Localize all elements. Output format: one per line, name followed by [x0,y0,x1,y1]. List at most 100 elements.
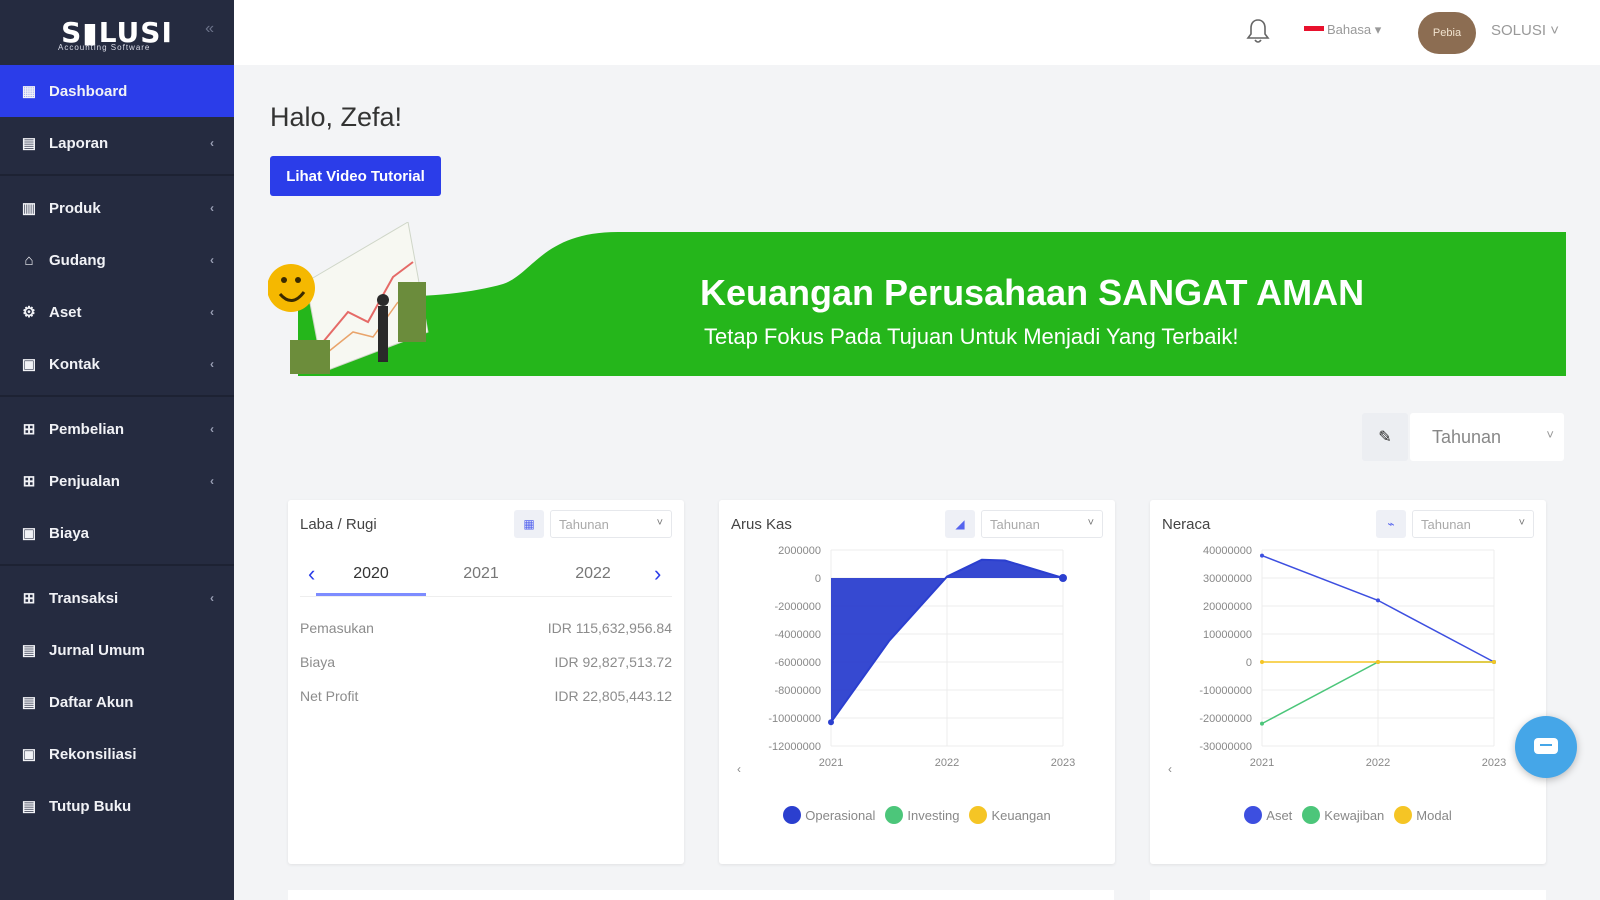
active-tab-indicator [316,593,426,596]
card-period-value: Tahunan [1421,517,1471,532]
language-selector[interactable]: Bahasa ▾ [1327,22,1381,38]
sidebar-item-dashboard[interactable]: ▦ Dashboard [0,65,234,117]
legend-label: Modal [1416,808,1452,823]
sidebar-divider [0,174,234,176]
chart-prev-icon[interactable]: ‹ [737,762,741,776]
tab-year-2020[interactable]: 2020 [326,565,416,583]
sidebar-item-biaya[interactable]: ▣ Biaya [0,507,234,559]
y-tick-label: -10000000 [768,713,821,725]
legend-item[interactable]: Operasional [783,806,875,824]
data-point [1260,660,1264,664]
table-view-icon[interactable]: ▦ [514,510,544,538]
sidebar-item-aset[interactable]: ⚙ Aset ‹ [0,286,234,338]
card-period-value: Tahunan [559,517,609,532]
data-point [1492,660,1496,664]
app-logo[interactable]: S▮LUSI Accounting Software « [0,0,234,65]
warehouse-icon: ⌂ [24,251,34,269]
chevron-down-icon: ˅ [1087,517,1094,529]
indonesia-flag-icon[interactable] [1304,26,1324,36]
data-point [1260,721,1264,726]
cash-flow-card: Arus Kas ◢ Tahunan ˅ 2000000 0 -2000000 -40… [719,500,1115,864]
legend-label: Operasional [805,808,876,823]
sidebar-item-label: Penjualan [49,472,120,490]
card-period-select[interactable]: Tahunan ˅ [981,510,1103,538]
user-menu[interactable]: SOLUSI ˅ [1491,22,1559,39]
user-name: SOLUSI [1491,22,1547,39]
chat-icon[interactable] [1515,716,1577,778]
y-tick-label: -8000000 [775,685,822,697]
next-card-edge [288,890,1114,900]
legend-swatch [1244,806,1263,824]
next-year-icon[interactable]: › [654,561,661,587]
x-tick-label: 2023 [1482,757,1506,769]
dashboard-icon: ▦ [21,83,37,100]
y-tick-label: -6000000 [775,657,822,669]
expense-value: IDR 92,827,513.72 [554,654,672,670]
expense-label: Biaya [300,654,336,670]
greeting: Halo, Zefa! [270,102,403,132]
sidebar-item-daftar-akun[interactable]: ▤ Daftar Akun [0,676,234,728]
balance-sheet-chart: 40000000 30000000 20000000 10000000 0 -100000… [1199,545,1506,769]
chevron-down-icon: ˅ [1518,517,1525,529]
period-select-value: Tahunan [1432,426,1502,447]
user-avatar[interactable]: Pebia [1418,12,1476,54]
chevron-left-icon: ‹ [210,357,214,371]
sidebar-nav: ▦ Dashboard ▤ Laporan ‹ ▥ Produk ‹ ⌂ Gudang ‹ ⚙ Aset… [0,65,234,832]
legend-swatch [783,806,802,824]
sidebar-item-label: Laporan [49,134,109,152]
y-tick-label: 20000000 [1203,601,1252,613]
tab-year-2021[interactable]: 2021 [436,565,526,583]
sidebar-item-tutup-buku[interactable]: ▤ Tutup Buku [0,780,234,832]
card-period-select[interactable]: Tahunan ˅ [550,510,672,538]
sidebar-item-kontak[interactable]: ▣ Kontak ‹ [0,338,234,390]
tab-year-2022[interactable]: 2022 [548,565,638,583]
sidebar-item-pembelian[interactable]: ⊞ Pembelian ‹ [0,403,234,455]
sidebar: S▮LUSI Accounting Software « ▦ Dashboard ▤… [0,0,234,900]
sidebar-item-laporan[interactable]: ▤ Laporan ‹ [0,117,234,169]
legend-item[interactable]: Investing [885,806,959,824]
legend-item[interactable]: Kewajiban [1302,806,1384,824]
logo-subtitle: Accounting Software [58,43,151,52]
chart-prev-icon[interactable]: ‹ [1168,762,1172,776]
sidebar-item-penjualan[interactable]: ⊞ Penjualan ‹ [0,455,234,507]
collapse-sidebar-icon[interactable]: « [205,20,214,38]
y-tick-label: 10000000 [1203,629,1252,641]
sidebar-item-transaksi[interactable]: ⊞ Transaksi ‹ [0,572,234,624]
line-chart-icon[interactable]: ⌁ [1376,510,1406,538]
video-tutorial-button[interactable]: Lihat Video Tutorial [270,156,441,196]
data-point [1376,598,1380,603]
sidebar-item-jurnal-umum[interactable]: ▤ Jurnal Umum [0,624,234,676]
y-tick-label: -20000000 [1199,713,1252,725]
income-row: Pemasukan IDR 115,632,956.84 [300,620,672,636]
legend-label: Kewajiban [1324,808,1385,823]
sidebar-divider [0,564,234,566]
chevron-left-icon: ‹ [210,253,214,267]
sidebar-item-label: Biaya [49,524,90,542]
tab-divider [300,596,672,597]
x-tick-label: 2022 [935,757,959,769]
topbar: Bahasa ▾ Pebia SOLUSI ˅ [234,0,1600,65]
chevron-left-icon: ‹ [210,591,214,605]
y-tick-label: 0 [815,573,821,585]
y-tick-label: -4000000 [775,629,822,641]
sidebar-item-rekonsiliasi[interactable]: ▣ Rekonsiliasi [0,728,234,780]
card-title: Neraca [1162,516,1211,533]
legend-item[interactable]: Modal [1394,806,1452,824]
period-select[interactable]: Tahunan ˅ [1410,413,1564,461]
sidebar-item-produk[interactable]: ▥ Produk ‹ [0,182,234,234]
x-tick-label: 2021 [1250,757,1274,769]
legend-item[interactable]: Aset [1244,806,1292,824]
prev-year-icon[interactable]: ‹ [308,561,315,587]
card-period-select[interactable]: Tahunan ˅ [1412,510,1534,538]
card-title: Arus Kas [731,516,792,533]
accounts-icon: ▤ [21,694,37,711]
sidebar-item-gudang[interactable]: ⌂ Gudang ‹ [0,234,234,286]
area-chart-icon[interactable]: ◢ [945,510,975,538]
year-tabs: ‹ 2020 2021 2022 › [288,555,684,597]
edit-pen-icon[interactable]: ✎ [1362,413,1408,461]
legend-swatch [1302,806,1321,824]
contact-icon: ▣ [21,356,37,373]
notification-bell-icon[interactable] [1246,18,1270,49]
smiley-emoji-icon [267,264,315,312]
legend-item[interactable]: Keuangan [969,806,1051,824]
